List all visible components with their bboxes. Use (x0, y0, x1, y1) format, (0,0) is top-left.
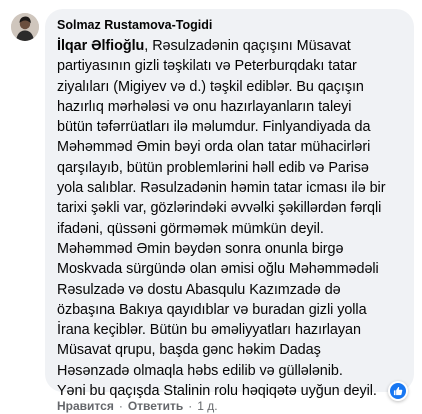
comment-line: qarşılayıb, bütün problemlərini həll edi… (57, 159, 369, 176)
comment-bubble: Solmaz Rustamova-Togidi İlqar Əlfioğlu, … (45, 9, 414, 401)
comment-line: bütün təfərrüatları ilə məlumdur. Finlya… (57, 119, 371, 136)
mention-link[interactable]: İlqar Əlfioğlu (57, 38, 144, 54)
comment-line: Rəsulzadə və dostu Abasqulu Kazımzadə də (57, 281, 341, 298)
comment-line: Məhəmməd Əmin bəyi orda olan tatar mühac… (57, 139, 371, 156)
comment-line: hazırlıq mərhələsi və onu hazırlayanları… (57, 98, 352, 115)
comment-line: Müsavat qrupu, başda gənc həkim Dadaş (57, 342, 321, 359)
comment-line: yola salıblar. Rəsulzadənin həmin tatar … (57, 180, 386, 197)
comment-text: İlqar Əlfioğlu, Rəsulzadənin qaçışını Mü… (57, 36, 404, 401)
thumbs-up-icon (390, 383, 406, 399)
comment-actions: Нравится · Ответить · 1 д. (57, 398, 218, 414)
comment-line: Moskvada sürgündə olan əmisi oğlu Məhəmm… (57, 261, 379, 278)
comment-line: ziyalıları (Migiyev və d.) təşkil ediblə… (57, 78, 364, 95)
comment-author[interactable]: Solmaz Rustamova-Togidi (57, 17, 404, 34)
comment-line: Həsənzadə olmaqla həbs edilib və güllələ… (57, 362, 343, 379)
comment-line: özbaşına Bakıya qayıdıblar və buradan gi… (57, 301, 367, 318)
comment-line: ifadəni, qüssəni görməmək mümkün deyil. (57, 220, 324, 237)
comment-line: İrana keçiblər. Bütün bu əməliyyatları h… (57, 322, 361, 339)
separator: · (188, 399, 193, 413)
separator: · (118, 399, 123, 413)
reaction-badge[interactable] (388, 381, 408, 401)
comment-line-text: , Rəsulzadənin qaçışını Müsavat (144, 38, 351, 54)
comment-item: Solmaz Rustamova-Togidi İlqar Əlfioğlu, … (0, 0, 422, 414)
comment-line: Məhəmməd Əmin bəydən sonra onunla birgə (57, 240, 344, 257)
comment-line: İlqar Əlfioğlu, Rəsulzadənin qaçışını Mü… (57, 36, 404, 56)
reply-button[interactable]: Ответить (128, 398, 183, 414)
comment-line: partiyasının gizli təşkilatı və Peterbur… (57, 58, 357, 75)
timestamp[interactable]: 1 д. (197, 398, 217, 414)
like-button[interactable]: Нравится (57, 398, 114, 414)
avatar[interactable] (11, 13, 39, 41)
comment-line: tarixi şəkli var, gözlərindəki əvvəlki ş… (57, 200, 382, 217)
